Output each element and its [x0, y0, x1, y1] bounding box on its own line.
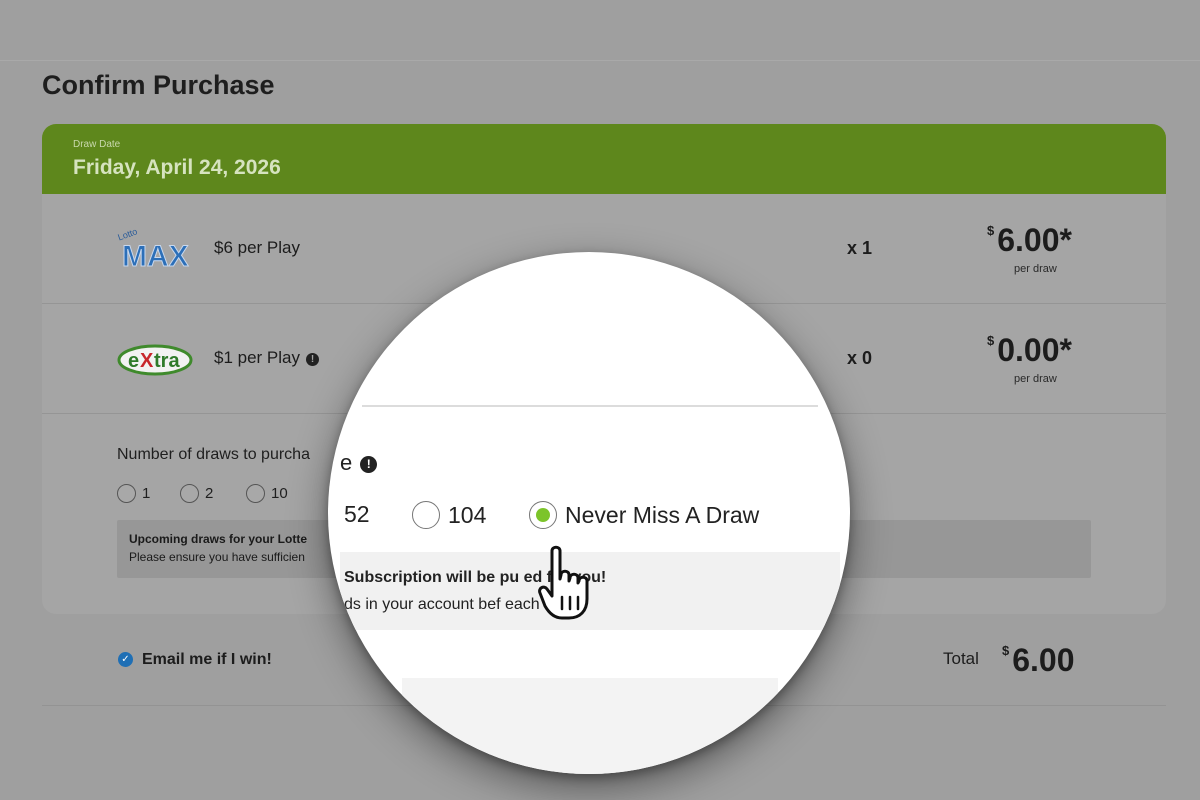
total-amount: 6.00 [1012, 642, 1075, 678]
currency-symbol: $ [987, 333, 995, 348]
price: $0.00* [987, 332, 1072, 369]
option-label: Never Miss A Draw [565, 502, 760, 528]
currency-symbol: $ [1002, 643, 1010, 658]
draws-title: Number of draws to purcha [117, 446, 310, 463]
radio-circle-icon[interactable] [412, 501, 440, 529]
option-label: 52 [344, 501, 370, 527]
total-value: $6.00 [1002, 642, 1075, 679]
radio-selected-icon[interactable] [529, 501, 557, 529]
quantity[interactable]: x 1 [847, 238, 872, 259]
currency-symbol: $ [987, 223, 995, 238]
quantity[interactable]: x 0 [847, 348, 872, 369]
per-draw-label: per draw [1014, 373, 1057, 385]
draw-date-header: Draw Date Friday, April 24, 2026 [42, 124, 1166, 194]
option-label: 104 [448, 502, 487, 528]
draws-option-2[interactable]: 2 [180, 484, 213, 503]
checkbox-checked-icon[interactable]: ✓ [118, 652, 133, 667]
play-label-text: $1 per Play [214, 348, 300, 367]
lotto-max-logo: Lotto MAX [116, 226, 189, 272]
price-value: 0.00* [997, 332, 1072, 368]
magnifier-lens: e! 52 104 Never Miss A Draw Subscription… [328, 252, 850, 774]
page-title: Confirm Purchase [42, 70, 275, 100]
top-divider [0, 60, 1200, 61]
total-label: Total [943, 649, 979, 668]
extra-logo: e X tra [117, 344, 193, 376]
play-label-text: $6 per Play [214, 238, 300, 257]
magnified-divider [362, 405, 818, 407]
play-label: $1 per Play! [214, 348, 319, 368]
subscription-notice: Subscription will be pu ed for you! ds i… [340, 552, 840, 630]
notice-title: Upcoming draws for your Lotte [129, 532, 308, 546]
magnified-title-fragment: e! [340, 450, 378, 476]
svg-text:X: X [140, 350, 154, 372]
play-label: $6 per Play [214, 238, 300, 258]
price-value: 6.00* [997, 222, 1072, 258]
magnified-card-bottom [402, 678, 778, 774]
draws-option-52[interactable]: 52 [344, 501, 370, 528]
option-label: 1 [142, 485, 151, 502]
radio-circle-icon[interactable] [246, 484, 265, 503]
draw-date-label: Draw Date [73, 139, 121, 150]
info-icon[interactable]: ! [306, 353, 319, 366]
per-draw-label: per draw [1014, 263, 1057, 275]
draws-option-104[interactable]: 104 [412, 501, 486, 529]
svg-text:e: e [128, 350, 139, 372]
radio-circle-icon[interactable] [180, 484, 199, 503]
draws-option-never-miss[interactable]: Never Miss A Draw [529, 501, 759, 529]
draws-option-1[interactable]: 1 [117, 484, 150, 503]
svg-text:MAX: MAX [122, 240, 189, 272]
hand-pointer-icon [538, 545, 589, 620]
title-fragment-text: e [340, 450, 353, 475]
notice-text: Please ensure you have sufficien [129, 550, 305, 564]
option-label: 10 [271, 485, 288, 502]
info-icon[interactable]: ! [360, 456, 378, 473]
draw-date: Friday, April 24, 2026 [73, 156, 281, 179]
draws-option-10[interactable]: 10 [246, 484, 288, 503]
radio-circle-icon[interactable] [117, 484, 136, 503]
svg-text:tra: tra [154, 350, 180, 372]
email-me-label[interactable]: Email me if I win! [142, 651, 272, 669]
price: $6.00* [987, 222, 1072, 259]
option-label: 2 [205, 485, 214, 502]
